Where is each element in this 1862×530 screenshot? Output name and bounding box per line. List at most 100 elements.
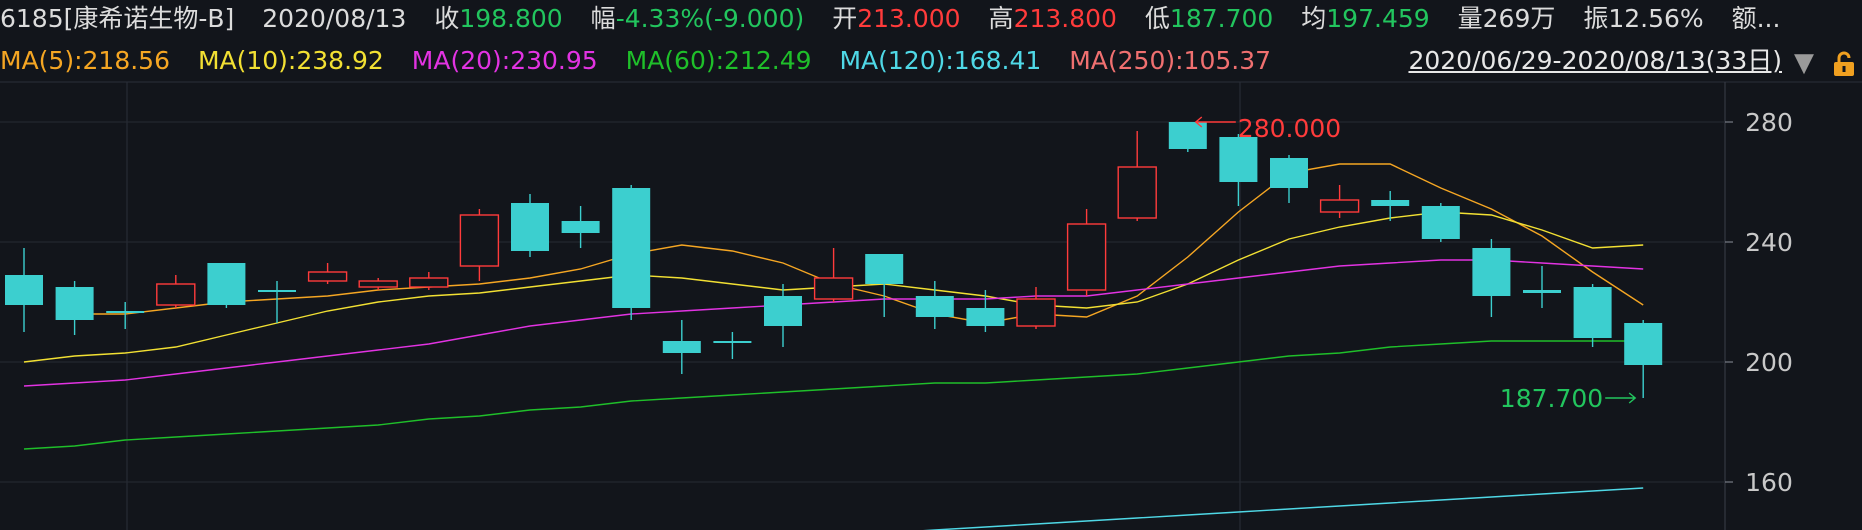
candle-body [713,341,752,343]
price-axis: 280 240 200 160 [1725,108,1793,497]
ma-line [922,487,1644,530]
change-value: -4.33%(-9.000) [615,4,805,33]
candle-body [764,296,802,326]
ma-legend-item: MA(250):105.37 [1069,46,1272,75]
ma-line [74,163,1644,324]
candle [106,302,145,329]
ma-legend-item: MA(10):238.92 [197,46,384,75]
candle [813,248,854,302]
low-label: 低 [1144,4,1170,33]
candle-body [865,254,904,284]
candle-body [409,277,449,288]
y-tick-label: 160 [1745,468,1793,497]
candle [358,278,398,290]
candle-body [55,287,94,320]
amplitude-value: 12.56% [1608,4,1704,33]
y-tick-label: 200 [1745,348,1793,377]
open-value: 213.000 [857,4,961,33]
date-range-selector[interactable]: 2020/06/29-2020/08/13(33日) [1408,46,1782,76]
candle [207,263,246,308]
candle [1270,155,1308,203]
quote-date: 2020/08/13 [262,4,407,33]
candle-body [1117,166,1157,219]
volume-value: 269万 [1482,4,1556,33]
candle-body [813,277,854,300]
low-annotation: 187.700 [1500,384,1603,413]
candle-body [1472,248,1511,296]
candle-body [1573,287,1612,338]
candle-body [511,203,549,251]
candle [764,284,802,347]
candle [307,263,348,284]
candle-body [966,308,1005,326]
candle [156,275,196,308]
candle [258,281,296,323]
change-label: 幅 [590,4,616,33]
ma-legend-item: MA(60):212.49 [625,46,812,75]
candle-body [561,221,600,233]
candle [55,281,94,335]
candle-body [156,283,196,306]
candle-body [5,275,43,305]
candle [1117,131,1157,221]
volume-label: 量 [1457,4,1483,33]
ma-legend-item: MA(20):230.95 [411,46,598,75]
ma-line [23,340,1644,450]
candles [5,122,1663,398]
candle-body [915,296,954,317]
candle [5,248,43,332]
candle-body [612,188,651,308]
high-annotation: 280.000 [1238,114,1341,143]
candle [662,320,701,374]
candle [1319,185,1360,218]
candle-body [1219,137,1258,182]
candle [713,332,752,359]
ma-legend-item: MA(120):168.41 [839,46,1042,75]
candle [1219,134,1258,206]
y-tick-label: 280 [1745,108,1793,137]
candle-body [307,271,348,282]
amplitude-label: 振 [1583,4,1609,33]
candle [1523,266,1561,308]
low-value: 187.700 [1169,4,1274,33]
candle [612,185,651,320]
open-label: 开 [832,4,858,33]
ma-lines [23,163,1644,530]
candle-body [358,280,398,288]
candle-body [1371,200,1410,206]
lock-icon[interactable] [1830,50,1858,78]
candle [459,209,500,281]
y-tick-label: 240 [1745,228,1793,257]
candle-body [207,263,246,305]
close-label: 收 [434,4,460,33]
close-value: 198.800 [459,4,563,33]
candle-body [1270,158,1308,188]
candle-body [1624,323,1663,365]
dropdown-arrow-icon[interactable]: ▼ [1794,48,1814,78]
candle-body [258,290,296,292]
candle [1573,284,1612,347]
low-marker-arrow [1605,392,1637,404]
quote-header: 6185[康希诺生物-B] 2020/08/13 收198.800 幅-4.33… [0,4,1862,38]
candle [1066,209,1107,296]
candle [1016,287,1056,329]
candle [1421,203,1460,242]
candle-body [106,311,145,313]
high-label: 高 [988,4,1014,33]
candle-body [459,214,500,267]
candle-body [662,341,701,353]
candle-body [1016,298,1056,327]
candle-body [1066,223,1107,291]
candle [1472,239,1511,317]
ma-legend-item: MA(5):218.56 [0,46,170,75]
candle-body [1421,206,1460,239]
candle-body [1523,290,1561,293]
amount-label: 额... [1731,4,1781,33]
candle-body [1319,199,1360,213]
ma-legend: MA(5):218.56 MA(10):238.92 MA(20):230.95… [0,46,1271,80]
high-value: 213.800 [1013,4,1117,33]
avg-value: 197.459 [1326,4,1430,33]
avg-label: 均 [1301,4,1327,33]
candle [511,194,549,257]
candle [409,272,449,290]
